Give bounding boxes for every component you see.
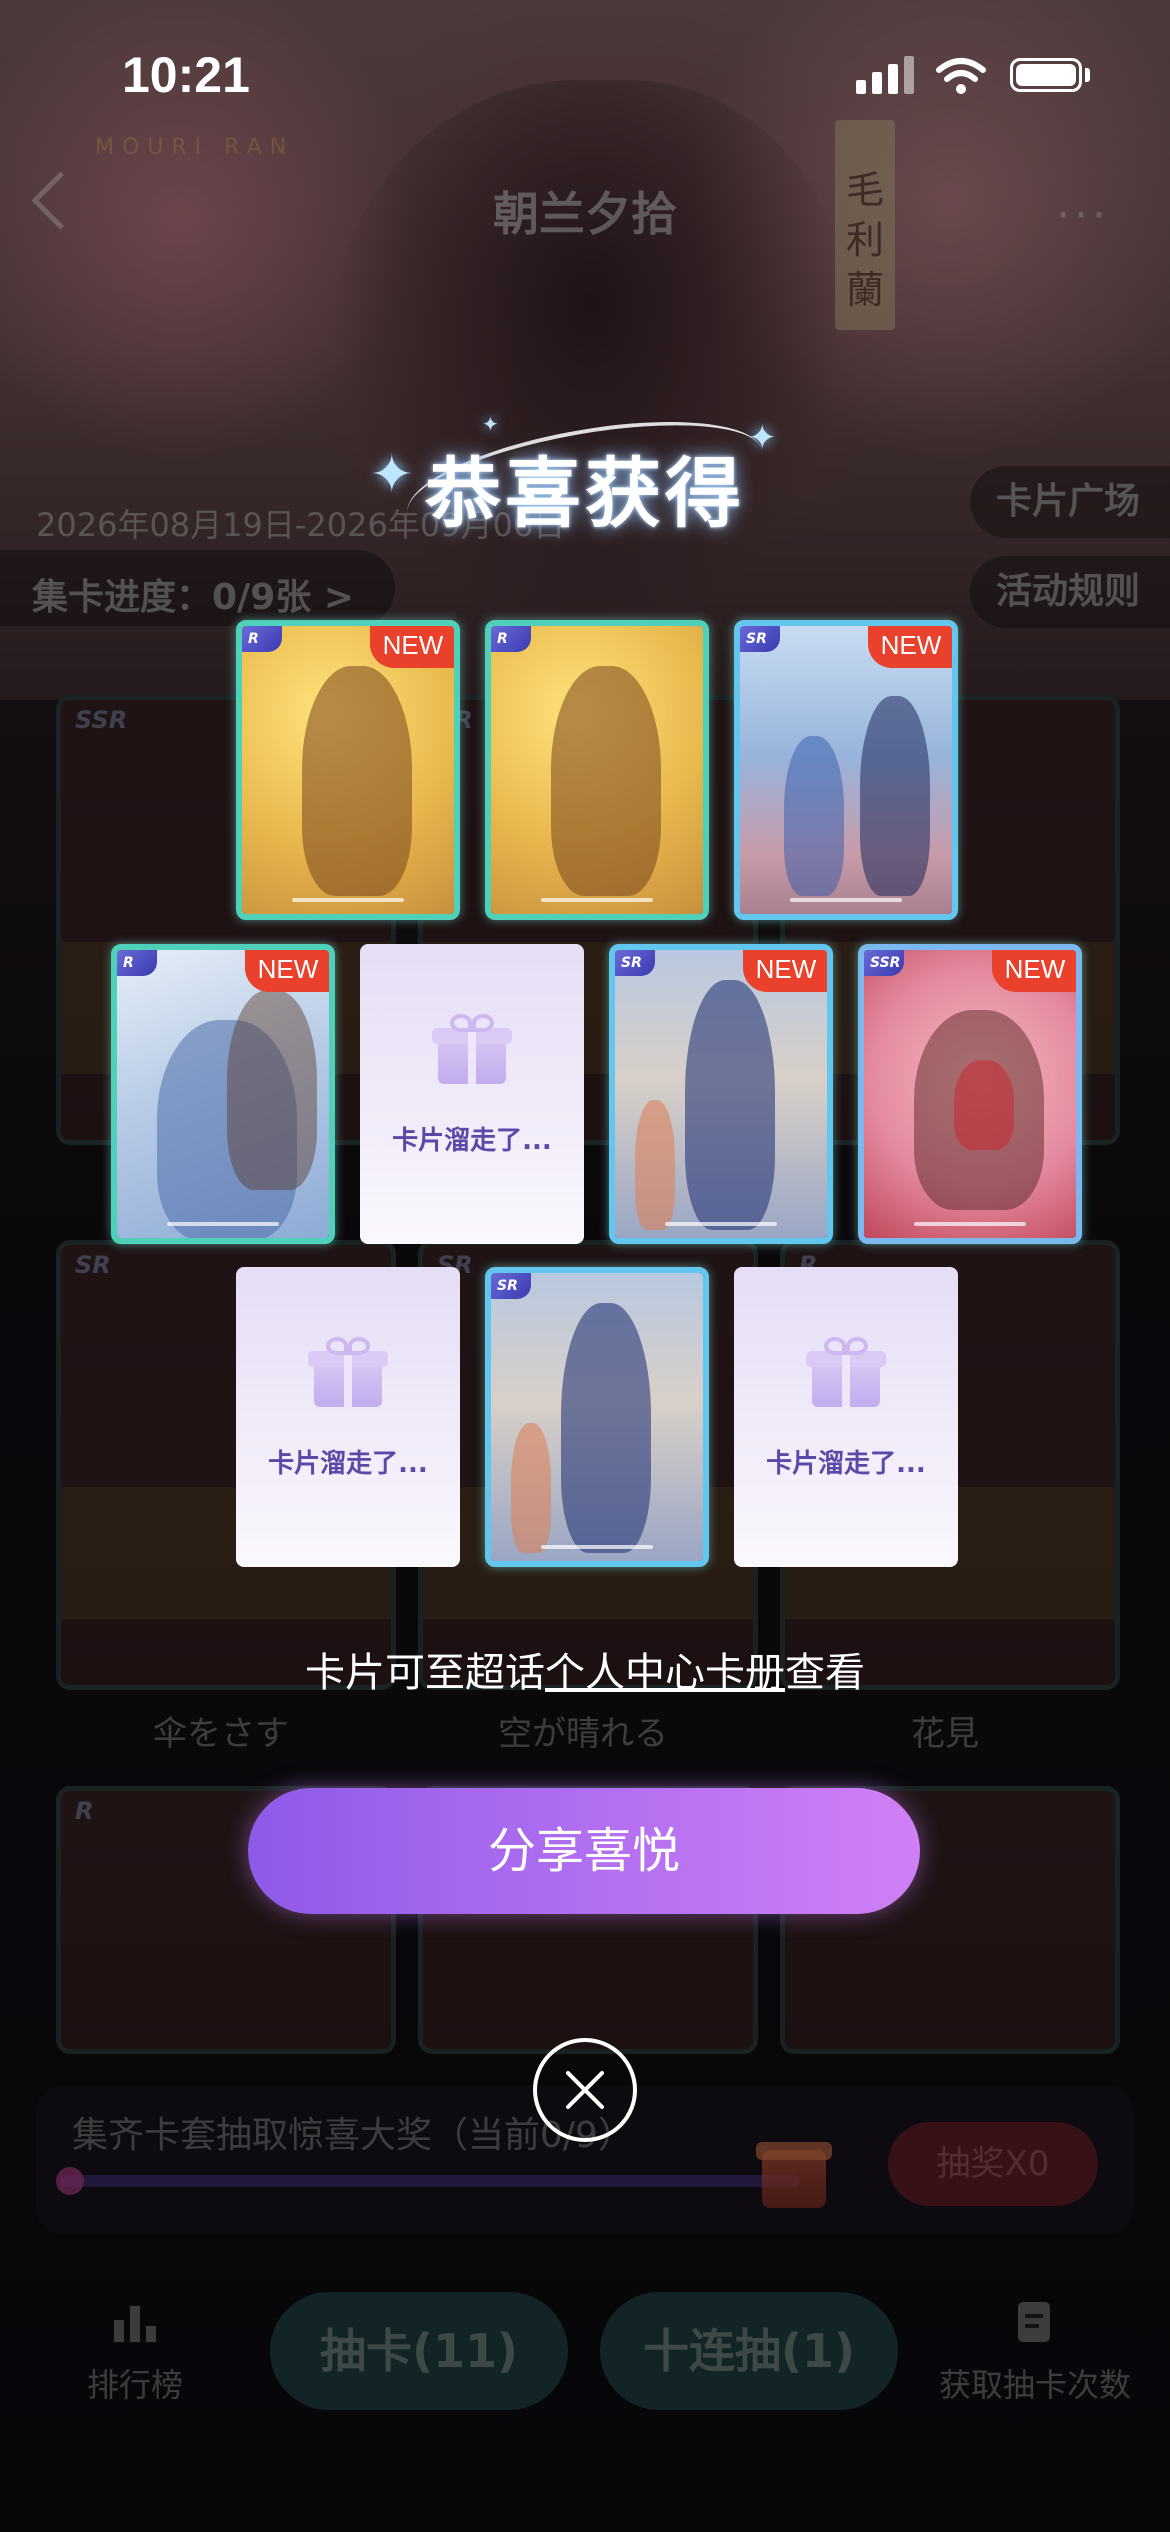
album-hint: 卡片可至超话个人中心卡册查看 [0,1640,1170,1698]
modal-backdrop[interactable] [0,0,1170,2532]
card-rarity: SR [740,626,780,652]
app-root: MOURI RAN 毛利蘭 朝兰夕拾 ··· 2026年08月19日-2026年… [0,0,1170,2532]
battery-icon [1010,58,1082,92]
missed-card-placeholder: 卡片溜走了... [734,1267,958,1567]
card-rarity: R [242,626,282,652]
congrats-title: 恭喜获得 [425,449,745,538]
reward-card[interactable]: R [485,620,709,920]
reward-card[interactable]: SR NEW [609,944,833,1244]
card-album-link[interactable]: 个人中心卡册 [545,1650,785,1696]
wifi-icon [936,58,986,94]
missed-card-text: 卡片溜走了... [268,1449,428,1479]
card-rarity: SSR [864,950,904,976]
reward-card[interactable]: SR [485,1267,709,1567]
new-badge: NEW [868,626,952,668]
reward-card[interactable]: R NEW [111,944,335,1244]
missed-card-placeholder: 卡片溜走了... [236,1267,460,1567]
card-rarity: R [491,626,531,652]
gift-icon [308,1337,388,1407]
gift-icon [432,1014,512,1084]
missed-card-text: 卡片溜走了... [392,1126,552,1156]
status-time: 10:21 [122,47,250,103]
reward-card[interactable]: SSR NEW [858,944,1082,1244]
battery-cap [1085,68,1090,82]
hint-suffix: 查看 [785,1650,865,1696]
gift-icon [806,1337,886,1407]
share-button[interactable]: 分享喜悦 [248,1788,920,1914]
card-rarity: SR [615,950,655,976]
card-rarity: R [117,950,157,976]
reward-card[interactable]: R NEW [236,620,460,920]
missed-card-placeholder: 卡片溜走了... [360,944,584,1244]
hint-prefix: 卡片可至超话 [305,1650,545,1696]
reward-card[interactable]: SR NEW [734,620,958,920]
missed-card-text: 卡片溜走了... [766,1449,926,1479]
card-rarity: SR [491,1273,531,1299]
new-badge: NEW [245,950,329,992]
new-badge: NEW [992,950,1076,992]
new-badge: NEW [743,950,827,992]
close-button[interactable] [533,2038,637,2142]
new-badge: NEW [370,626,454,668]
